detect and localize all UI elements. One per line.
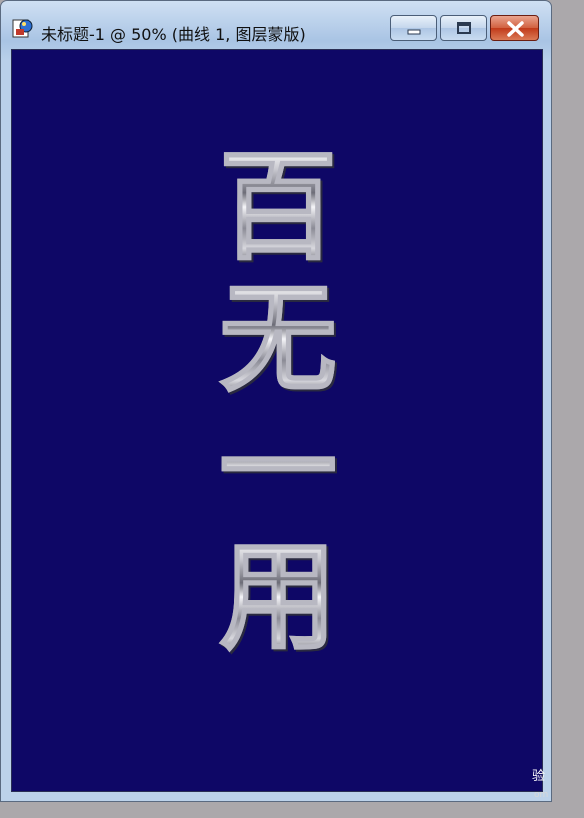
title-bar[interactable]: 未标题-1 @ 50% (曲线 1, 图层蒙版) bbox=[1, 1, 551, 45]
document-canvas[interactable]: 百 无 一 用 bbox=[11, 49, 543, 792]
metal-character-4: 用 bbox=[12, 537, 544, 657]
minimize-button[interactable] bbox=[390, 15, 437, 41]
maximize-icon bbox=[457, 22, 471, 34]
metal-character-3: 一 bbox=[12, 409, 544, 529]
photoshop-document-icon[interactable] bbox=[12, 17, 34, 39]
close-icon bbox=[507, 21, 524, 37]
window-title: 未标题-1 @ 50% (曲线 1, 图层蒙版) bbox=[41, 25, 306, 44]
desktop-background bbox=[552, 0, 584, 818]
metal-character-1: 百 bbox=[12, 147, 544, 267]
minimize-icon bbox=[407, 29, 421, 35]
close-button[interactable] bbox=[490, 15, 539, 41]
document-window[interactable]: 未标题-1 @ 50% (曲线 1, 图层蒙版) 百 无 一 用 bbox=[0, 0, 552, 802]
metal-character-2: 无 bbox=[12, 279, 544, 399]
watermark-sub: om bbox=[534, 790, 549, 800]
maximize-button[interactable] bbox=[440, 15, 487, 41]
watermark-glyph: 验 bbox=[532, 769, 546, 784]
